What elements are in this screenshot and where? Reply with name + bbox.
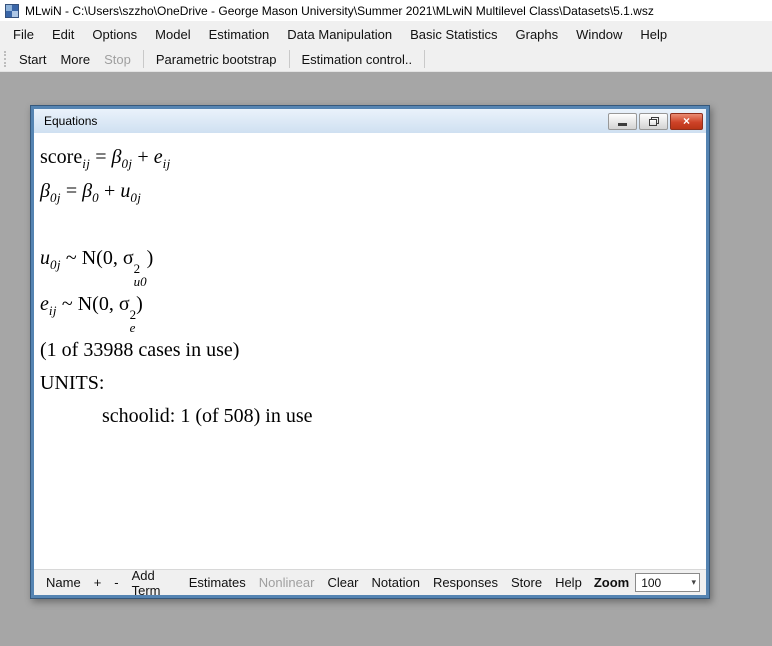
equation-line[interactable]: scoreij = β0j + eij [40,141,696,175]
equation-line[interactable]: UNITS: [40,367,696,400]
toolbar-separator [424,50,425,68]
footer-button-add-term[interactable]: Add Term [126,566,182,600]
eq-token: schoolid: 1 (of 508) in use [102,405,313,427]
zoom-select[interactable]: 100 ▾ [635,573,700,592]
menu-basic-statistics[interactable]: Basic Statistics [401,24,506,45]
eq-token: ij [49,303,57,318]
menu-window[interactable]: Window [567,24,631,45]
equations-window-title: Equations [44,114,608,128]
close-button[interactable]: × [670,113,703,130]
footer-button-minus[interactable]: - [108,573,124,592]
menu-file[interactable]: File [4,24,43,45]
close-icon: × [683,115,690,127]
toolbar-separator [143,50,144,68]
restore-icon [649,117,659,126]
equations-window: Equations × scoreij = β0j + eijβ0j = β0 … [30,105,710,599]
toolbar-separator [289,50,290,68]
eq-token: ) [136,293,143,315]
equations-content: scoreij = β0j + eijβ0j = β0 + u0j u0j ~ … [34,133,706,569]
equation-line[interactable] [40,209,696,242]
equation-line[interactable]: β0j = β0 + u0j [40,175,696,209]
equations-footer-buttons: Name+-Add TermEstimatesNonlinearClearNot… [40,566,588,600]
equation-line[interactable]: u0j ~ N(0, σ2u0) [40,242,696,288]
zoom-label: Zoom [589,575,634,590]
menu-help[interactable]: Help [631,24,676,45]
footer-button-responses[interactable]: Responses [427,573,504,592]
eq-token: e [40,293,49,315]
eq-token: score [40,146,82,168]
app-titlebar: MLwiN - C:\Users\szzho\OneDrive - George… [0,0,772,22]
footer-button-store[interactable]: Store [505,573,548,592]
eq-token: 2u0 [134,262,147,288]
eq-token: (1 of 33988 cases in use) [40,339,239,361]
footer-button-estimates[interactable]: Estimates [183,573,252,592]
footer-button-plus[interactable]: + [88,573,108,592]
footer-button-notation[interactable]: Notation [366,573,426,592]
menu-data-manipulation[interactable]: Data Manipulation [278,24,401,45]
eq-token: ij [82,156,90,171]
eq-token: = [61,180,82,202]
menubar: File Edit Options Model Estimation Data … [0,22,772,47]
eq-token: 0j [121,156,132,171]
menu-estimation[interactable]: Estimation [200,24,279,45]
app-title: MLwiN - C:\Users\szzho\OneDrive - George… [25,4,654,18]
menu-model[interactable]: Model [146,24,199,45]
eq-token: + [132,146,153,168]
equation-line[interactable]: eij ~ N(0, σ2e) [40,288,696,334]
chevron-down-icon: ▾ [691,577,696,588]
eq-token: ~ N(0, σ [57,293,130,315]
minimize-button[interactable] [608,113,637,130]
eq-token: 0j [50,257,61,272]
eq-token: 0 [92,190,99,205]
eq-token: + [99,180,120,202]
footer-button-help[interactable]: Help [549,573,588,592]
footer-button-name[interactable]: Name [40,573,87,592]
equations-window-titlebar[interactable]: Equations × [34,109,706,133]
menu-options[interactable]: Options [83,24,146,45]
menu-graphs[interactable]: Graphs [507,24,568,45]
mdi-client-area: Equations × scoreij = β0j + eijβ0j = β0 … [0,72,772,646]
main-toolbar: Start More Stop Parametric bootstrap Est… [0,47,772,72]
restore-button[interactable] [639,113,668,130]
eq-token: UNITS: [40,372,104,394]
estimation-control-button[interactable]: Estimation control.. [295,49,420,70]
eq-token: u [40,247,50,269]
menu-edit[interactable]: Edit [43,24,83,45]
equation-line[interactable]: (1 of 33988 cases in use) [40,334,696,367]
eq-token: 0j [50,190,61,205]
eq-token: ) [147,247,154,269]
window-controls: × [608,113,703,130]
parametric-bootstrap-button[interactable]: Parametric bootstrap [149,49,284,70]
equation-line[interactable]: schoolid: 1 (of 508) in use [40,400,696,433]
eq-token: β [112,146,122,168]
mlwin-app-icon [5,4,19,18]
eq-token: ij [163,156,171,171]
minimize-icon [618,123,627,126]
eq-token: = [90,146,111,168]
eq-token: u [120,180,130,202]
eq-token: β [82,180,92,202]
eq-token: e [154,146,163,168]
start-button[interactable]: Start [12,49,53,70]
footer-button-clear[interactable]: Clear [321,573,364,592]
toolbar-grip [4,51,7,67]
equations-footer: Name+-Add TermEstimatesNonlinearClearNot… [34,569,706,595]
eq-token: 0j [130,190,141,205]
more-button[interactable]: More [53,49,97,70]
zoom-value: 100 [641,576,661,590]
stop-button: Stop [97,49,138,70]
footer-button-nonlinear: Nonlinear [253,573,321,592]
eq-token: β [40,180,50,202]
eq-token: ~ N(0, σ [61,247,134,269]
